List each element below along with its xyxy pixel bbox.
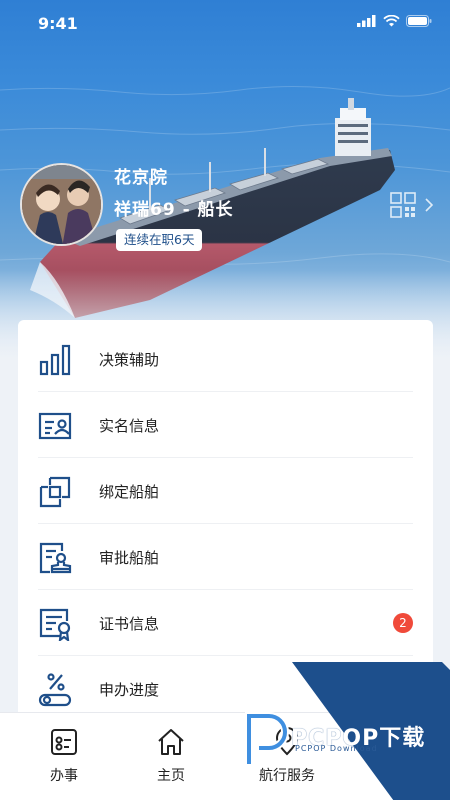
signal-icon xyxy=(357,15,376,27)
header-hero: 9:41 花京院 祥瑞69 - 船长 连续在职6天 xyxy=(0,0,450,360)
certificate-icon xyxy=(39,608,71,641)
ship-role: 祥瑞69 - 船长 xyxy=(114,200,234,220)
menu-card: 决策辅助 实名信息 绑定船舶 审批船舶 证书信息 2 申办进度 xyxy=(18,320,433,720)
menu-label: 绑定船舶 xyxy=(99,482,160,501)
status-time: 9:41 xyxy=(38,14,78,33)
menu-item-decision-support[interactable]: 决策辅助 xyxy=(18,326,433,392)
wifi-icon xyxy=(383,15,400,27)
battery-icon xyxy=(406,15,432,27)
nav-label: 主页 xyxy=(157,768,185,784)
status-bar: 9:41 xyxy=(0,0,450,44)
menu-item-real-name-info[interactable]: 实名信息 xyxy=(18,392,433,458)
tenure-badge: 连续在职6天 xyxy=(116,229,203,251)
status-icons xyxy=(357,15,432,27)
watermark-p-icon xyxy=(245,712,289,764)
watermark-sub: PCPOP Download xyxy=(295,744,378,753)
menu-item-certificate-info[interactable]: 证书信息 2 xyxy=(18,590,433,656)
bar-chart-icon xyxy=(39,344,71,376)
notification-badge: 2 xyxy=(393,613,413,633)
nav-tab-home[interactable]: 主页 xyxy=(115,713,227,800)
menu-label: 证书信息 xyxy=(99,614,160,633)
chevron-right-icon[interactable] xyxy=(424,198,434,212)
home-icon xyxy=(158,729,184,755)
progress-percent-icon xyxy=(38,673,72,707)
link-squares-icon xyxy=(39,476,71,508)
approval-doc-icon xyxy=(39,542,72,574)
menu-label: 审批船舶 xyxy=(99,548,160,567)
watermark-logo: PCPOP下载 PCPOP Download xyxy=(243,710,443,770)
menu-item-approve-vessel[interactable]: 审批船舶 xyxy=(18,524,433,590)
avatar[interactable] xyxy=(20,163,103,246)
nav-label: 办事 xyxy=(50,768,78,784)
nav-tab-tasks[interactable]: 办事 xyxy=(8,713,120,800)
tasks-icon xyxy=(51,729,77,755)
menu-item-bind-vessel[interactable]: 绑定船舶 xyxy=(18,458,433,524)
menu-label: 决策辅助 xyxy=(99,350,160,369)
avatar-image xyxy=(22,165,101,244)
id-card-icon xyxy=(38,412,72,440)
menu-label: 申办进度 xyxy=(99,680,160,699)
user-name: 花京院 xyxy=(114,168,168,188)
qr-code-icon[interactable] xyxy=(390,192,416,218)
menu-label: 实名信息 xyxy=(99,416,160,435)
